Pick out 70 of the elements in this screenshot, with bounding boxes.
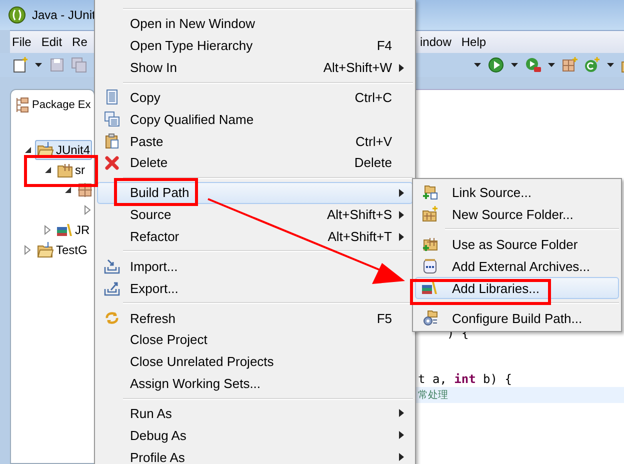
menu-item[interactable]: Help: [461, 35, 486, 49]
menu-item[interactable]: Configure Build Path...: [415, 307, 619, 329]
menu-item[interactable]: Add External Archives...: [415, 255, 619, 277]
menu-item[interactable]: Profile As: [97, 446, 413, 464]
menu-item[interactable]: Edit: [41, 35, 62, 49]
project-folder-icon: [37, 242, 54, 258]
refresh-icon: [104, 310, 120, 326]
menu-item[interactable]: Import...: [97, 255, 413, 278]
submenu-arrow-icon: [398, 430, 405, 440]
menu-item[interactable]: File: [12, 35, 32, 49]
class-plus-icon: [584, 57, 600, 73]
dropdown-icon: [510, 61, 519, 69]
window-title: Java - JUnit: [32, 8, 96, 22]
menu-item[interactable]: Open in New Window: [97, 13, 413, 35]
code-line: t a, int b) {: [418, 372, 512, 386]
tray-arrow-icon: [104, 258, 120, 274]
dropdown-icon: [34, 61, 43, 69]
menu-item[interactable]: Build Path: [97, 182, 413, 204]
menu-item[interactable]: Copy Qualified Name: [97, 108, 413, 130]
menu-item[interactable]: Run As: [97, 402, 413, 424]
menu-item[interactable]: Close Unrelated Projects: [97, 350, 413, 373]
document-icon: [104, 89, 120, 106]
folder-plus-icon: [422, 236, 438, 252]
submenu-arrow-icon: [398, 210, 405, 220]
package-plus-icon: [562, 57, 578, 73]
eclipse-logo-icon: [8, 6, 26, 24]
menu-item[interactable]: Delete Delete: [97, 152, 413, 174]
menu-item[interactable]: Re: [72, 35, 88, 49]
dropdown-icon: [473, 61, 482, 69]
save-icon: [49, 57, 65, 73]
menu-item[interactable]: Close Project: [97, 328, 413, 351]
menu-item[interactable]: Link Source...: [415, 181, 619, 203]
dropdown-icon: [547, 61, 556, 69]
menu-item[interactable]: Refactor Alt+Shift+T: [97, 226, 413, 248]
package-folder-icon: [422, 206, 438, 222]
package-explorer-icon: [14, 97, 30, 113]
code-comment: 常处理: [418, 388, 448, 402]
submenu-arrow-icon: [398, 452, 405, 462]
jar-icon: [422, 258, 438, 274]
menu-item[interactable]: Add Libraries...: [415, 277, 619, 299]
save-all-icon: [71, 57, 87, 73]
menu-item[interactable]: New Source Folder...: [415, 203, 619, 225]
menu-item[interactable]: Paste Ctrl+V: [97, 130, 413, 152]
menu-item[interactable]: Export...: [97, 277, 413, 300]
clipboard-icon: [104, 133, 120, 150]
tray-arrow-icon: [104, 280, 120, 296]
submenu-arrow-icon: [398, 62, 405, 73]
menu-item[interactable]: indow: [420, 35, 452, 49]
menu-item[interactable]: Open Type Hierarchy F4: [97, 34, 413, 57]
new-file-icon: [12, 57, 28, 73]
books-icon: [57, 222, 73, 238]
menu-item[interactable]: Use as Source Folder: [415, 233, 619, 255]
folder-plus-icon: [422, 184, 438, 200]
submenu-arrow-icon: [398, 232, 405, 242]
documents-icon: [104, 111, 120, 128]
delete-icon: [104, 154, 120, 171]
run-icon: [488, 57, 504, 73]
menu-item[interactable]: Debug As: [97, 424, 413, 446]
tree-item[interactable]: JUnit4: [56, 143, 90, 157]
menu-item[interactable]: Refresh F5: [97, 307, 413, 329]
menu-item[interactable]: Assign Working Sets...: [97, 372, 413, 394]
menu-item[interactable]: Copy Ctrl+C: [97, 86, 413, 108]
books-icon: [422, 280, 438, 296]
package-folder-icon: [57, 162, 73, 178]
gear-folder-icon: [422, 310, 438, 326]
dropdown-icon: [606, 61, 615, 69]
submenu-arrow-icon: [398, 188, 405, 198]
menu-item[interactable]: Source Alt+Shift+S: [97, 204, 413, 226]
debug-run-icon: [525, 57, 541, 73]
submenu-arrow-icon: [398, 408, 405, 418]
